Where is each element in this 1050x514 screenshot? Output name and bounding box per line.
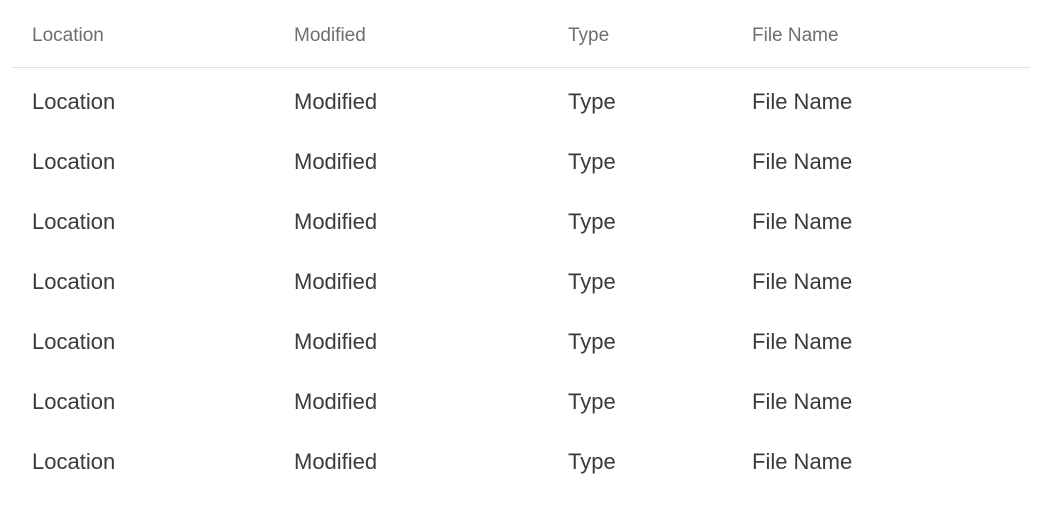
cell-file-name: File Name (752, 209, 853, 234)
cell-location: Location (32, 389, 116, 414)
cell-file-name: File Name (752, 89, 853, 114)
cell-modified: Modified (294, 329, 378, 354)
cell-type: Type (568, 329, 616, 354)
cell-modified: Modified (294, 449, 378, 474)
cell-modified: Modified (294, 209, 378, 234)
cell-location: Location (32, 269, 116, 294)
cell-modified: Modified (294, 269, 378, 294)
cell-location: Location (32, 329, 116, 354)
cell-type: Type (568, 209, 616, 234)
cell-modified: Modified (294, 149, 378, 174)
cell-modified: Modified (294, 389, 378, 414)
table-row[interactable]: Location Modified Type File Name (0, 130, 1050, 190)
table-row[interactable]: Location Modified Type File Name (0, 70, 1050, 130)
cell-type: Type (568, 269, 616, 294)
cell-location: Location (32, 149, 116, 174)
table-body: Location Modified Type File Name Locatio… (0, 70, 1050, 490)
table-row[interactable]: Location Modified Type File Name (0, 430, 1050, 490)
cell-file-name: File Name (752, 269, 853, 294)
table-row[interactable]: Location Modified Type File Name (0, 250, 1050, 310)
cell-type: Type (568, 89, 616, 114)
cell-location: Location (32, 89, 116, 114)
cell-file-name: File Name (752, 149, 853, 174)
cell-type: Type (568, 449, 616, 474)
file-table: Location Modified Type File Name Locatio… (0, 0, 1050, 488)
cell-file-name: File Name (752, 389, 853, 414)
cell-type: Type (568, 389, 616, 414)
cell-file-name: File Name (752, 449, 853, 474)
table-header: Location Modified Type File Name (12, 0, 1030, 68)
column-header-file-name[interactable]: File Name (752, 24, 839, 48)
table-row[interactable]: Location Modified Type File Name (0, 370, 1050, 430)
table-row[interactable]: Location Modified Type File Name (0, 310, 1050, 370)
cell-location: Location (32, 209, 116, 234)
column-header-location[interactable]: Location (32, 24, 104, 48)
cell-location: Location (32, 449, 116, 474)
column-header-modified[interactable]: Modified (294, 24, 366, 48)
cell-modified: Modified (294, 89, 378, 114)
cell-type: Type (568, 149, 616, 174)
table-row[interactable]: Location Modified Type File Name (0, 190, 1050, 250)
column-header-type[interactable]: Type (568, 24, 609, 48)
cell-file-name: File Name (752, 329, 853, 354)
